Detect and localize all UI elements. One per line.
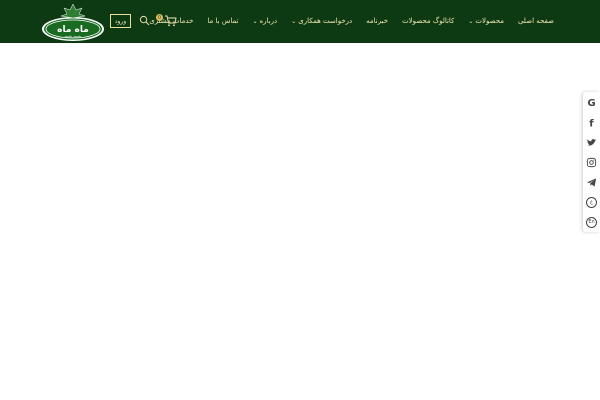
- nav-item-label: تماس با ما: [207, 17, 239, 25]
- chevron-down-icon: ⌄: [468, 17, 474, 25]
- nav-item-3[interactable]: خبرنامه: [366, 17, 388, 25]
- facebook-icon[interactable]: f: [583, 112, 600, 132]
- nav-item-label: محصولات: [475, 17, 504, 25]
- nav-item-label: کاتالوگ محصولات: [402, 17, 455, 25]
- language-ar-label: ع: [586, 196, 597, 208]
- nav-item-label: درباره: [259, 17, 278, 25]
- language-en-icon[interactable]: En: [583, 212, 600, 232]
- twitter-icon[interactable]: [583, 132, 600, 152]
- instagram-icon[interactable]: [583, 152, 600, 172]
- site-header: ماه ماه mah-mah صفحه اصلی ⌄ محصولات کاتالوگ…: [0, 0, 600, 43]
- language-en-label: En: [586, 216, 597, 228]
- chevron-down-icon: ⌄: [291, 17, 297, 25]
- svg-text:G: G: [587, 98, 595, 108]
- search-icon[interactable]: [139, 15, 150, 26]
- nav-item-5[interactable]: ⌄ درباره: [253, 17, 278, 25]
- nav-item-2[interactable]: کاتالوگ محصولات: [402, 17, 454, 25]
- nav-item-label: صفحه اصلی: [517, 17, 554, 25]
- nav-item-4[interactable]: ⌄ درخواست همکاری: [291, 17, 352, 25]
- social-sidebar: G f ع En: [583, 92, 600, 232]
- telegram-icon[interactable]: [583, 172, 600, 192]
- main-nav: صفحه اصلی ⌄ محصولات کاتالوگ محصولات خبرنامه ⌄…: [149, 13, 554, 29]
- logo-text: ماه ماه: [57, 25, 89, 35]
- svg-text:f: f: [589, 118, 594, 127]
- nav-item-0[interactable]: صفحه اصلی: [518, 17, 554, 25]
- logo-subtext: mah-mah: [65, 35, 82, 39]
- google-icon[interactable]: G: [583, 92, 600, 112]
- brand-logo[interactable]: ماه ماه mah-mah: [40, 2, 106, 42]
- cart-count-badge: 0: [156, 14, 163, 21]
- nav-item-6[interactable]: تماس با ما: [207, 17, 238, 25]
- nav-item-label: درخواست همکاری: [298, 17, 353, 25]
- nav-item-label: خبرنامه: [366, 17, 389, 25]
- cart-icon[interactable]: [164, 15, 177, 27]
- login-button[interactable]: ورود: [110, 14, 131, 28]
- language-ar-icon[interactable]: ع: [583, 192, 600, 212]
- nav-item-1[interactable]: ⌄ محصولات: [468, 17, 504, 25]
- chevron-down-icon: ⌄: [252, 17, 258, 25]
